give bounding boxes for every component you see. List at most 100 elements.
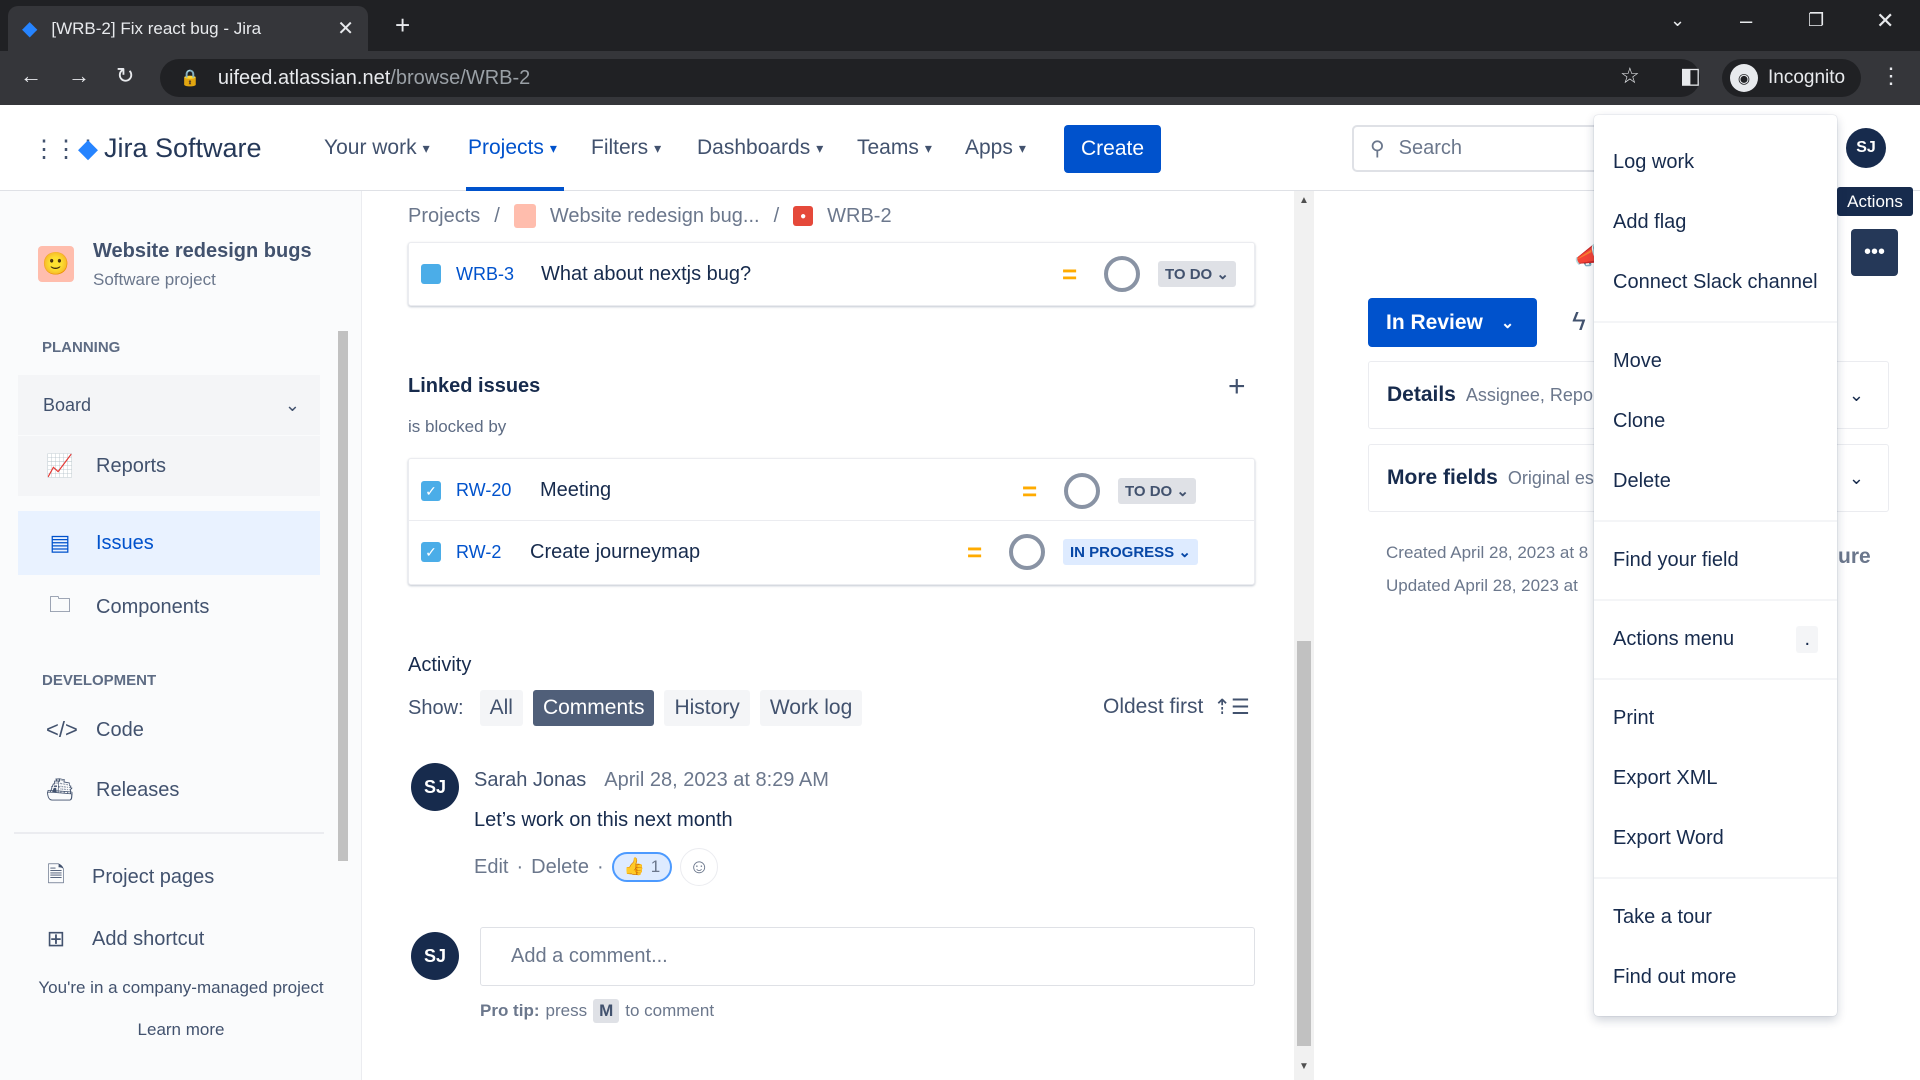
nav-apps[interactable]: Apps ▾ xyxy=(965,105,1026,191)
menu-item-delete[interactable]: Delete xyxy=(1594,451,1837,511)
configure-link[interactable]: ure xyxy=(1838,545,1871,569)
back-icon[interactable]: ← xyxy=(20,63,42,89)
forward-icon[interactable]: → xyxy=(68,63,90,89)
incognito-badge[interactable]: ◉ Incognito xyxy=(1722,59,1862,97)
thumbs-up-reaction[interactable]: 👍 1 xyxy=(611,852,673,882)
sidebar-item-board[interactable]: Board ⌄ xyxy=(18,375,320,435)
minimize-icon[interactable]: – xyxy=(1740,8,1752,34)
close-tab-icon[interactable]: ✕ xyxy=(337,16,354,41)
close-window-icon[interactable]: ✕ xyxy=(1876,8,1894,34)
nav-your-work[interactable]: Your work ▾ xyxy=(324,105,430,191)
sidebar-item-add-shortcut[interactable]: ⊞ Add shortcut xyxy=(18,909,320,969)
status-dropdown[interactable]: TO DO ⌄ xyxy=(1118,477,1196,504)
browser-tab[interactable]: ◆ [WRB-2] Fix react bug - Jira ✕ xyxy=(8,6,368,51)
child-issue-row[interactable]: WRB-3 What about nextjs bug? = TO DO ⌄ xyxy=(409,243,1254,305)
menu-item-export-xml[interactable]: Export XML xyxy=(1594,748,1837,808)
issue-summary[interactable]: Create journeymap xyxy=(530,541,700,564)
breadcrumb-project[interactable]: Website redesign bug... xyxy=(550,205,760,228)
browser-tab-bar: ◆ [WRB-2] Fix react bug - Jira ✕ + ⌄ – ❐… xyxy=(0,0,1920,51)
comment-author[interactable]: Sarah Jonas xyxy=(474,769,586,792)
menu-item-move[interactable]: Move xyxy=(1594,331,1837,391)
edit-comment-link[interactable]: Edit xyxy=(474,856,508,879)
url-field[interactable]: 🔒 uifeed.atlassian.net/browse/WRB-2 xyxy=(160,59,1700,97)
nav-filters[interactable]: Filters ▾ xyxy=(591,105,661,191)
sidebar-item-code[interactable]: </> Code xyxy=(18,700,320,760)
scroll-down-icon[interactable]: ▼ xyxy=(1299,1061,1309,1072)
profile-label: Incognito xyxy=(1768,67,1846,88)
restore-icon[interactable]: ❐ xyxy=(1808,10,1824,31)
filter-comments[interactable]: Comments xyxy=(532,690,655,726)
menu-item-find-out-more[interactable]: Find out more xyxy=(1594,947,1837,1007)
browser-menu-icon[interactable]: ⋮ xyxy=(1880,63,1902,89)
unassigned-avatar[interactable] xyxy=(1104,256,1140,292)
comment-time[interactable]: April 28, 2023 at 8:29 AM xyxy=(604,769,829,792)
priority-medium-icon: = xyxy=(967,537,983,567)
breadcrumb-projects[interactable]: Projects xyxy=(408,205,480,228)
menu-item-find-your-field[interactable]: Find your field xyxy=(1594,530,1837,590)
menu-item-clone[interactable]: Clone xyxy=(1594,391,1837,451)
profile-avatar[interactable]: SJ xyxy=(1846,128,1886,168)
automation-lightning-icon[interactable]: ϟ xyxy=(1572,306,1586,337)
menu-item-actions-menu[interactable]: Actions menu. xyxy=(1594,609,1837,669)
main-scrollbar-thumb[interactable] xyxy=(1297,641,1311,1046)
tab-search-icon[interactable]: ⌄ xyxy=(1670,10,1685,31)
scroll-up-icon[interactable]: ▲ xyxy=(1299,195,1309,206)
main-scrollbar-track[interactable]: ▲ ▼ xyxy=(1294,191,1314,1080)
issue-key[interactable]: WRB-3 xyxy=(456,264,514,285)
menu-item-print[interactable]: Print xyxy=(1594,688,1837,748)
bookmark-star-icon[interactable]: ☆ xyxy=(1620,63,1640,89)
sort-toggle[interactable]: Oldest first ⇡☰ xyxy=(1103,695,1250,720)
issue-summary[interactable]: What about nextjs bug? xyxy=(541,263,751,286)
menu-item-add-flag[interactable]: Add flag xyxy=(1594,192,1837,252)
learn-more-link[interactable]: Learn more xyxy=(0,1020,362,1040)
search-input[interactable]: ⚲ Search xyxy=(1352,125,1612,172)
linked-issue-row[interactable]: ✓ RW-20 Meeting = TO DO ⌄ xyxy=(409,461,1254,521)
status-transition-button[interactable]: In Review ⌄ xyxy=(1368,298,1537,347)
status-dropdown[interactable]: TO DO ⌄ xyxy=(1158,261,1236,287)
menu-item-log-work[interactable]: Log work xyxy=(1594,132,1837,192)
issue-summary[interactable]: Meeting xyxy=(540,479,611,502)
filter-work-log[interactable]: Work log xyxy=(759,690,863,726)
jira-logo[interactable]: ◆ Jira Software xyxy=(78,105,262,191)
menu-item-connect-slack[interactable]: Connect Slack channel xyxy=(1594,252,1837,312)
priority-medium-icon: = xyxy=(1062,259,1078,289)
issue-key[interactable]: RW-20 xyxy=(456,480,511,501)
chevron-down-icon: ⌄ xyxy=(284,394,300,415)
menu-item-take-a-tour[interactable]: Take a tour xyxy=(1594,887,1837,947)
planning-heading: PLANNING xyxy=(42,339,121,356)
details-heading: Details xyxy=(1387,383,1456,406)
delete-comment-link[interactable]: Delete xyxy=(531,856,589,879)
sidebar-item-components[interactable]: 🗀 Components xyxy=(18,577,320,637)
linked-issue-row[interactable]: ✓ RW-2 Create journeymap = IN PROGRESS ⌄ xyxy=(409,522,1254,582)
child-issue-card[interactable]: WRB-3 What about nextjs bug? = TO DO ⌄ xyxy=(408,242,1255,306)
add-reaction-icon[interactable]: ☺ xyxy=(680,848,719,886)
sidebar-scrollbar[interactable] xyxy=(338,331,348,861)
chevron-down-icon: ⌄ xyxy=(1848,467,1864,488)
add-comment-input[interactable]: Add a comment... xyxy=(480,927,1255,986)
sidebar-item-issues[interactable]: ▤ Issues xyxy=(18,511,320,575)
unassigned-avatar[interactable] xyxy=(1064,472,1100,509)
unassigned-avatar[interactable] xyxy=(1009,534,1045,570)
status-dropdown[interactable]: IN PROGRESS ⌄ xyxy=(1063,539,1198,565)
new-tab-icon[interactable]: + xyxy=(395,10,410,41)
project-name[interactable]: Website redesign bugs xyxy=(93,240,312,263)
sidebar-item-project-pages[interactable]: 🗎 Project pages xyxy=(18,847,320,907)
sidebar-item-reports[interactable]: 📈 Reports xyxy=(18,436,320,496)
nav-dashboards[interactable]: Dashboards ▾ xyxy=(697,105,823,191)
nav-teams[interactable]: Teams ▾ xyxy=(857,105,932,191)
actions-button[interactable]: ••• xyxy=(1851,229,1898,276)
create-button[interactable]: Create xyxy=(1064,125,1161,173)
side-panel-icon[interactable]: ◧ xyxy=(1680,63,1701,89)
chevron-down-icon: ▾ xyxy=(1018,139,1026,156)
sidebar-item-releases[interactable]: ⛴ Releases xyxy=(18,760,320,820)
breadcrumb-issue[interactable]: WRB-2 xyxy=(827,205,891,228)
filter-all[interactable]: All xyxy=(479,690,523,726)
comment-author-avatar[interactable]: SJ xyxy=(411,763,459,811)
issue-key[interactable]: RW-2 xyxy=(456,542,501,563)
nav-projects[interactable]: Projects ▾ xyxy=(468,105,557,191)
task-icon: ✓ xyxy=(421,542,441,562)
filter-history[interactable]: History xyxy=(664,690,750,726)
add-link-icon[interactable]: + xyxy=(1228,370,1246,404)
menu-item-export-word[interactable]: Export Word xyxy=(1594,808,1837,868)
reload-icon[interactable]: ↻ xyxy=(116,63,134,89)
